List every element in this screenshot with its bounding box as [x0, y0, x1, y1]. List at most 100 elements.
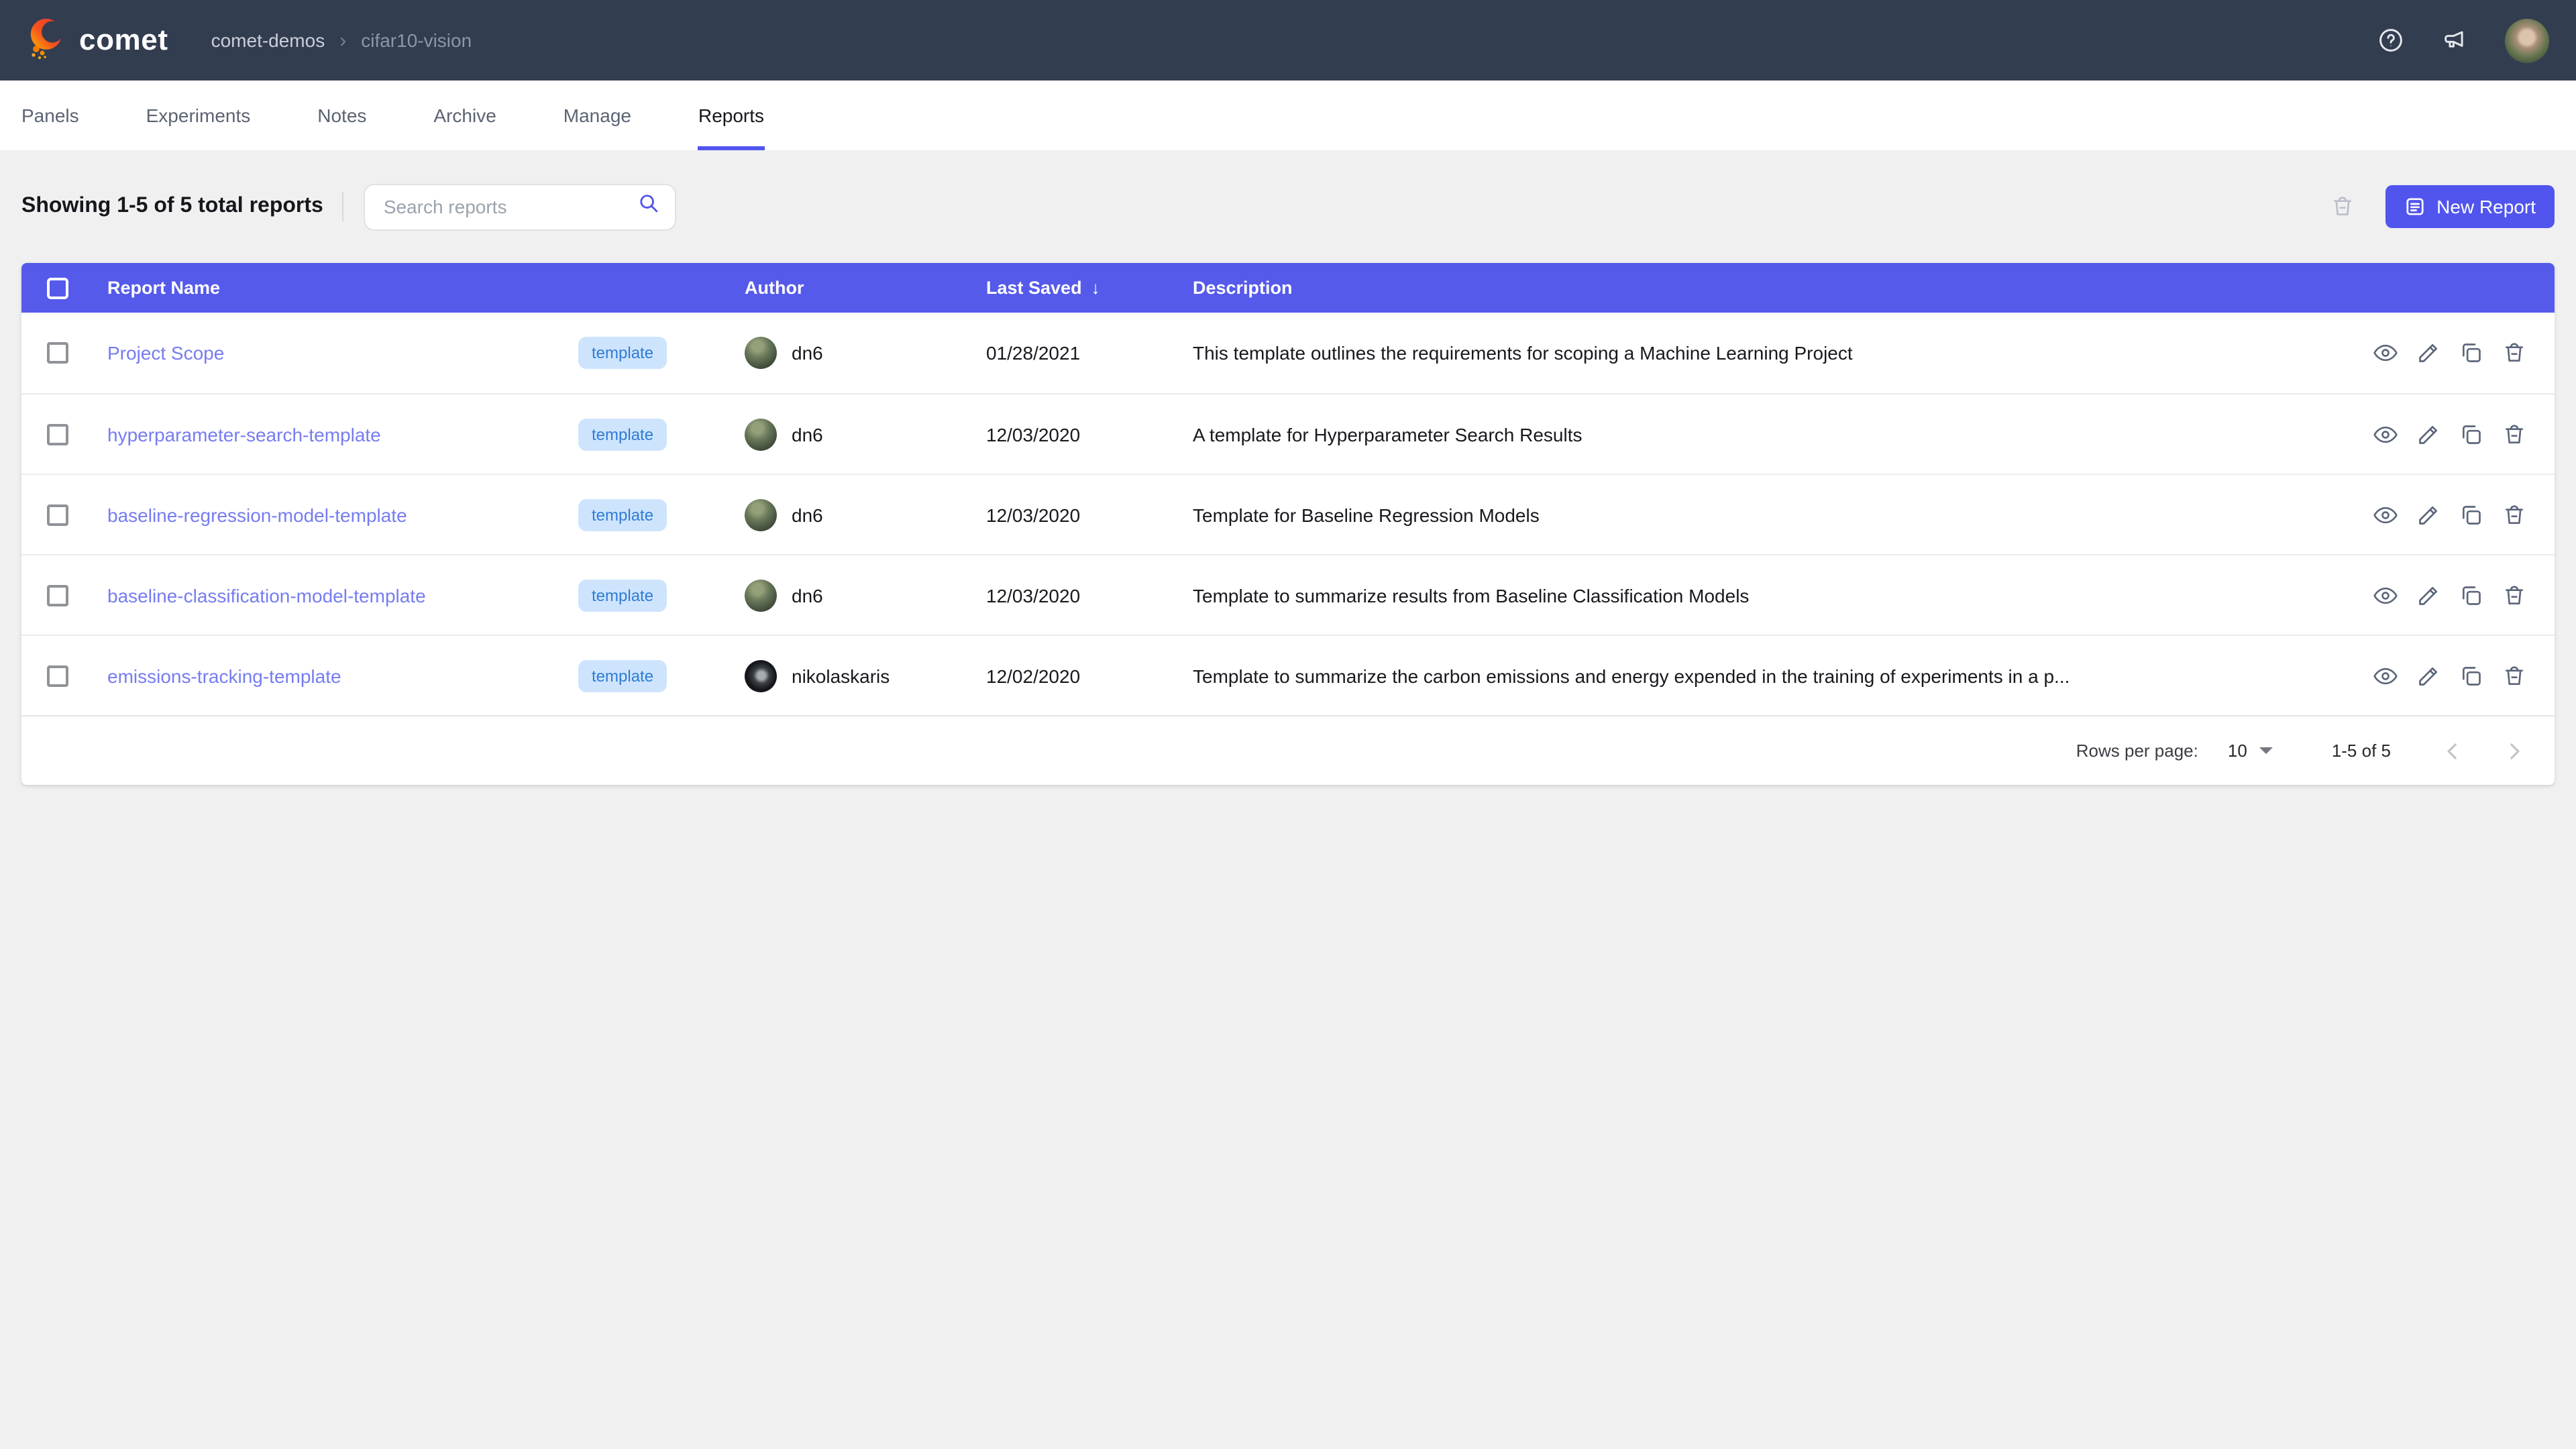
- logo-text: comet: [79, 23, 168, 58]
- tab-manage[interactable]: Manage: [564, 80, 631, 150]
- toolbar-divider: [342, 192, 343, 221]
- delete-trash-icon[interactable]: [2501, 421, 2528, 447]
- edit-pencil-icon[interactable]: [2415, 421, 2442, 447]
- row-actions: [2345, 582, 2555, 608]
- header-last-saved[interactable]: Last Saved ↓: [986, 278, 1193, 298]
- new-report-label: New Report: [2436, 196, 2536, 217]
- description-text: Template to summarize the carbon emissio…: [1193, 665, 2345, 686]
- last-saved-date: 12/02/2020: [986, 665, 1193, 686]
- view-eye-icon[interactable]: [2372, 662, 2399, 689]
- author-name: nikolaskaris: [792, 665, 890, 686]
- search-icon[interactable]: [636, 191, 661, 223]
- edit-pencil-icon[interactable]: [2415, 662, 2442, 689]
- toolbar-right: New Report: [2329, 185, 2555, 228]
- template-badge: template: [578, 418, 667, 450]
- avatar: [745, 337, 777, 369]
- edit-pencil-icon[interactable]: [2415, 501, 2442, 528]
- select-all-checkbox[interactable]: [47, 277, 68, 299]
- breadcrumb: comet-demos › cifar10-vision: [211, 29, 472, 52]
- row-checkbox[interactable]: [47, 584, 68, 606]
- table-row: hyperparameter-search-template template …: [21, 393, 2555, 474]
- tab-panels[interactable]: Panels: [21, 80, 79, 150]
- tab-archive[interactable]: Archive: [433, 80, 496, 150]
- header-description: Description: [1193, 278, 2345, 298]
- row-checkbox[interactable]: [47, 665, 68, 686]
- header-author: Author: [745, 278, 986, 298]
- report-doc-icon: [2404, 196, 2426, 217]
- tab-bar: Panels Experiments Notes Archive Manage Repor…: [0, 80, 2576, 150]
- row-actions: [2345, 421, 2555, 447]
- comet-logo[interactable]: comet: [27, 19, 168, 62]
- new-report-button[interactable]: New Report: [2385, 185, 2555, 228]
- author-cell: dn6: [745, 579, 986, 611]
- author-name: dn6: [792, 504, 823, 525]
- rows-per-page-select[interactable]: 10: [2228, 741, 2273, 761]
- report-name-link[interactable]: baseline-classification-model-template: [107, 584, 578, 606]
- caret-down-icon: [2259, 747, 2273, 754]
- rows-per-page-value: 10: [2228, 741, 2247, 761]
- delete-trash-icon[interactable]: [2501, 501, 2528, 528]
- megaphone-icon[interactable]: [2440, 25, 2470, 55]
- duplicate-copy-icon[interactable]: [2458, 501, 2485, 528]
- template-badge: template: [578, 498, 667, 531]
- author-cell: dn6: [745, 498, 986, 531]
- table-header-row: Report Name Author Last Saved ↓ Descript…: [21, 263, 2555, 313]
- search-box: [364, 183, 676, 230]
- description-text: This template outlines the requirements …: [1193, 342, 2345, 364]
- view-eye-icon[interactable]: [2372, 339, 2399, 366]
- delete-trash-icon[interactable]: [2501, 339, 2528, 366]
- breadcrumb-workspace[interactable]: comet-demos: [211, 30, 325, 51]
- tab-notes[interactable]: Notes: [317, 80, 366, 150]
- next-page-button[interactable]: [2501, 737, 2528, 764]
- report-name-link[interactable]: baseline-regression-model-template: [107, 504, 578, 525]
- report-name-link[interactable]: hyperparameter-search-template: [107, 423, 578, 445]
- view-eye-icon[interactable]: [2372, 582, 2399, 608]
- showing-count-text: Showing 1-5 of 5 total reports: [21, 195, 323, 219]
- template-badge: template: [578, 337, 667, 369]
- avatar: [745, 659, 777, 692]
- tab-experiments[interactable]: Experiments: [146, 80, 251, 150]
- description-text: Template to summarize results from Basel…: [1193, 584, 2345, 606]
- report-name-link[interactable]: Project Scope: [107, 342, 578, 364]
- last-saved-date: 01/28/2021: [986, 342, 1193, 364]
- template-badge: template: [578, 659, 667, 692]
- search-input[interactable]: [381, 195, 636, 219]
- row-checkbox[interactable]: [47, 342, 68, 364]
- edit-pencil-icon[interactable]: [2415, 582, 2442, 608]
- duplicate-copy-icon[interactable]: [2458, 662, 2485, 689]
- duplicate-copy-icon[interactable]: [2458, 421, 2485, 447]
- header-last-saved-label: Last Saved: [986, 278, 1082, 298]
- table-row: baseline-classification-model-template t…: [21, 554, 2555, 635]
- user-avatar[interactable]: [2505, 18, 2549, 62]
- bulk-delete-trash-icon[interactable]: [2329, 193, 2356, 220]
- last-saved-date: 12/03/2020: [986, 423, 1193, 445]
- table-row: Project Scope template dn6 01/28/2021 Th…: [21, 313, 2555, 393]
- duplicate-copy-icon[interactable]: [2458, 582, 2485, 608]
- reports-toolbar: Showing 1-5 of 5 total reports New Repor…: [21, 150, 2555, 263]
- breadcrumb-separator-icon: ›: [339, 29, 346, 52]
- table-row: emissions-tracking-template template nik…: [21, 635, 2555, 715]
- header-report-name: Report Name: [107, 278, 578, 298]
- last-saved-date: 12/03/2020: [986, 504, 1193, 525]
- report-name-link[interactable]: emissions-tracking-template: [107, 665, 578, 686]
- row-checkbox[interactable]: [47, 504, 68, 525]
- view-eye-icon[interactable]: [2372, 421, 2399, 447]
- tab-reports[interactable]: Reports: [698, 80, 764, 150]
- comet-logo-icon: [27, 19, 67, 62]
- table-footer: Rows per page: 10 1-5 of 5: [21, 715, 2555, 785]
- table-row: baseline-regression-model-template templ…: [21, 474, 2555, 554]
- author-cell: nikolaskaris: [745, 659, 986, 692]
- help-icon[interactable]: [2376, 25, 2406, 55]
- topbar: comet comet-demos › cifar10-vision: [0, 0, 2576, 80]
- view-eye-icon[interactable]: [2372, 501, 2399, 528]
- row-checkbox[interactable]: [47, 423, 68, 445]
- sort-desc-icon: ↓: [1091, 278, 1100, 298]
- delete-trash-icon[interactable]: [2501, 662, 2528, 689]
- pagination-range: 1-5 of 5: [2332, 741, 2391, 761]
- edit-pencil-icon[interactable]: [2415, 339, 2442, 366]
- avatar: [745, 498, 777, 531]
- delete-trash-icon[interactable]: [2501, 582, 2528, 608]
- previous-page-button[interactable]: [2439, 737, 2466, 764]
- row-actions: [2345, 339, 2555, 366]
- duplicate-copy-icon[interactable]: [2458, 339, 2485, 366]
